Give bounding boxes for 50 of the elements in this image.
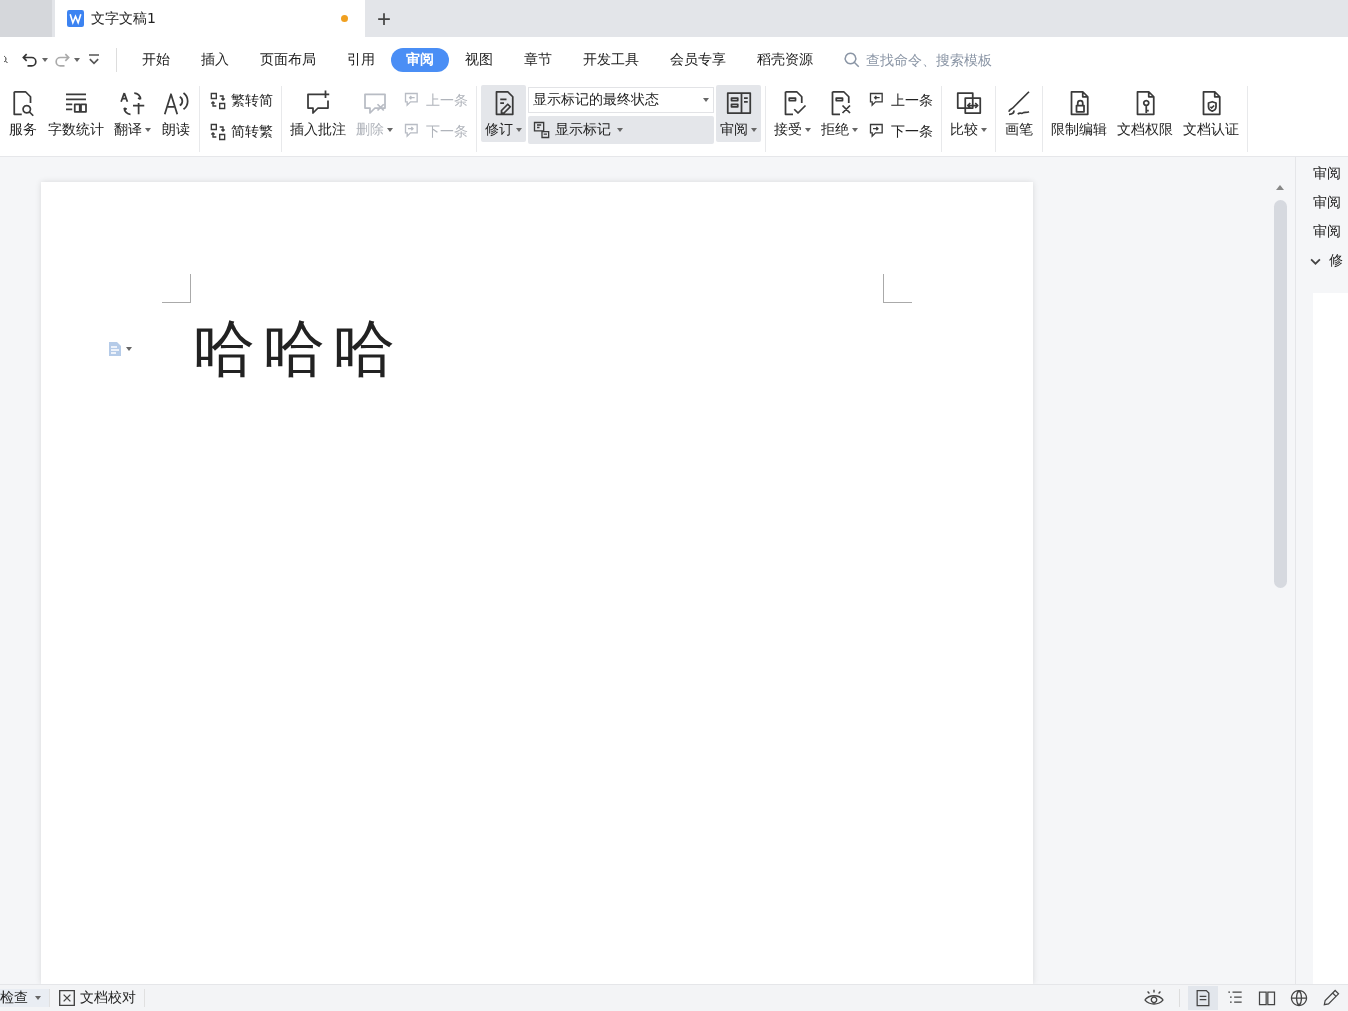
menu-tab[interactable]: 插入 (186, 47, 244, 72)
caret-icon[interactable] (74, 57, 80, 62)
ribbon-button[interactable]: 限制编辑 (1047, 85, 1111, 142)
margin-corner-mark (883, 274, 912, 303)
menu-tab[interactable]: 会员专享 (655, 47, 741, 72)
ribbon-button[interactable]: 文档权限 (1113, 85, 1177, 142)
section-label[interactable]: 修 (1329, 252, 1343, 270)
ribbon-button[interactable]: 服务 (4, 85, 42, 142)
menu-tab[interactable]: 开始 (127, 47, 185, 72)
dropdown-button[interactable]: 显示标记 (528, 116, 714, 144)
app-logo-icon (67, 10, 84, 27)
ribbon-button[interactable]: 朗读 (157, 85, 195, 142)
tab-title: 文字文稿1 (91, 9, 156, 28)
menu-tab[interactable]: 稻壳资源 (742, 47, 828, 72)
convert-icon (208, 122, 228, 142)
menu-tab[interactable]: 引用 (332, 47, 390, 72)
pane-label: 审阅 (1313, 165, 1342, 183)
margin-corner-mark (162, 274, 191, 303)
markup-icon (532, 120, 552, 140)
ribbon-button[interactable]: 画笔 (1000, 85, 1038, 142)
caret-icon[interactable] (42, 57, 48, 62)
page-view-icon[interactable] (1188, 986, 1218, 1010)
ribbon-button[interactable]: 插入批注 (286, 85, 350, 142)
ribbon-button[interactable]: 上一条 (864, 87, 937, 115)
ribbon-button[interactable]: 字数统计 (44, 85, 108, 142)
ribbon-button[interactable]: 繁转简 (204, 87, 277, 115)
markup-dropdown[interactable]: 显示标记的最终状态 (528, 87, 714, 113)
document-text: 哈哈哈 (193, 312, 403, 387)
dropdown-button[interactable]: 接受 (770, 85, 815, 142)
dropdown-button[interactable]: 审阅 (716, 85, 761, 142)
ribbon-button[interactable]: 下一条 (864, 118, 937, 146)
menu-tab[interactable]: 章节 (509, 47, 567, 72)
status-button[interactable]: 检查 (0, 989, 50, 1007)
proofread-icon (58, 989, 76, 1007)
dropdown-button[interactable]: 比较 (946, 85, 991, 142)
ribbon-button[interactable]: 简转繁 (204, 118, 277, 146)
dropdown-button[interactable]: 翻译 (110, 85, 155, 142)
convert-icon (208, 91, 228, 111)
pane-label: 审阅 (1313, 223, 1342, 241)
pane-label: 审阅 (1313, 194, 1342, 212)
search-field[interactable]: 查找命令、搜索模板 (843, 50, 1028, 69)
dropdown-button[interactable]: 拒绝 (817, 85, 862, 142)
menu-tab[interactable]: 视图 (450, 47, 508, 72)
menu-tab[interactable]: 开发工具 (568, 47, 654, 72)
status-button[interactable]: 文档校对 (50, 989, 145, 1007)
document-tab[interactable]: 文字文稿1 (55, 0, 365, 37)
menu-tab[interactable]: 页面布局 (245, 47, 331, 72)
dropdown-button[interactable]: 修订 (481, 85, 526, 142)
ribbon-button[interactable]: 文档认证 (1179, 85, 1243, 142)
new-tab-button[interactable]: + (365, 0, 403, 37)
